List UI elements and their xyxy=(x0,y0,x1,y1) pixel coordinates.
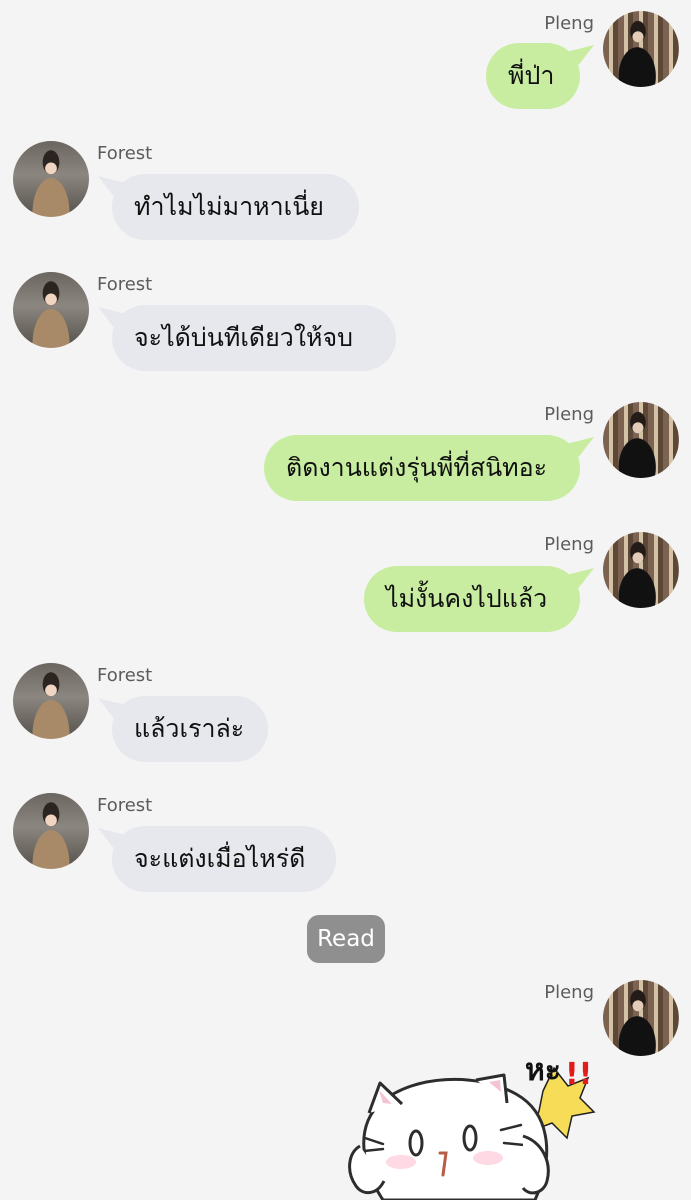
message-bubble-incoming[interactable]: ทำไมไม่มาหาเนี่ย xyxy=(112,174,359,240)
sender-name-forest: Forest xyxy=(97,274,153,295)
message-text: จะแต่งเมื่อไหร่ดี xyxy=(134,844,306,873)
sender-name-forest: Forest xyxy=(97,143,153,164)
message-bubble-incoming[interactable]: จะได้บ่นทีเดียวให้จบ xyxy=(112,305,396,371)
message-text: แล้วเราล่ะ xyxy=(134,714,245,743)
message-bubble-incoming[interactable]: แล้วเราล่ะ xyxy=(112,696,268,762)
message-bubble-incoming[interactable]: จะแต่งเมื่อไหร่ดี xyxy=(112,826,336,892)
sender-name-forest: Forest xyxy=(97,665,153,686)
white-cat-sticker-icon[interactable]: หะ !! xyxy=(338,1030,598,1200)
message-text: ติดงานแต่งรุ่นพี่ที่สนิทอะ xyxy=(286,453,548,482)
message-bubble-outgoing[interactable]: พี่ป่า xyxy=(486,43,580,109)
pleng-avatar-icon[interactable] xyxy=(603,532,679,608)
message-bubble-outgoing[interactable]: ไม่งั้นคงไปแล้ว xyxy=(364,566,580,632)
sender-name-pleng: Pleng xyxy=(544,982,594,1003)
pleng-avatar-icon[interactable] xyxy=(603,402,679,478)
message-text: ไม่งั้นคงไปแล้ว xyxy=(386,584,548,613)
forest-avatar-icon[interactable] xyxy=(13,272,89,348)
message-text: ทำไมไม่มาหาเนี่ย xyxy=(134,192,324,221)
forest-avatar-icon[interactable] xyxy=(13,663,89,739)
pleng-avatar-icon[interactable] xyxy=(603,11,679,87)
svg-text:หะ: หะ xyxy=(525,1053,561,1088)
message-text: พี่ป่า xyxy=(508,61,555,90)
sender-name-pleng: Pleng xyxy=(544,13,594,34)
message-bubble-outgoing[interactable]: ติดงานแต่งรุ่นพี่ที่สนิทอะ xyxy=(264,435,580,501)
pleng-avatar-icon[interactable] xyxy=(603,980,679,1056)
read-status-badge: Read xyxy=(307,915,385,963)
sender-name-forest: Forest xyxy=(97,795,153,816)
sender-name-pleng: Pleng xyxy=(544,534,594,555)
forest-avatar-icon[interactable] xyxy=(13,793,89,869)
sender-name-pleng: Pleng xyxy=(544,404,594,425)
message-text: จะได้บ่นทีเดียวให้จบ xyxy=(134,323,353,352)
svg-text:!!: !! xyxy=(565,1057,592,1092)
forest-avatar-icon[interactable] xyxy=(13,141,89,217)
